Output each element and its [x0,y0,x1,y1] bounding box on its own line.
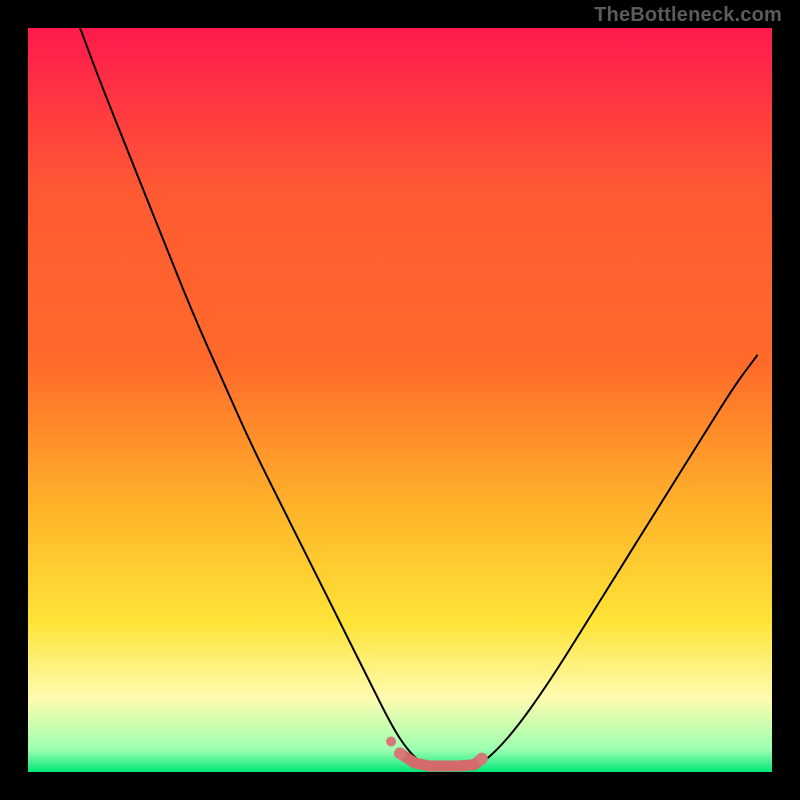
valley-dot [476,753,488,765]
chart-frame: TheBottleneck.com [0,0,800,800]
plot-area [28,28,772,772]
valley-dot [386,737,396,747]
bottleneck-chart-svg [28,28,772,772]
valley-dot [394,747,406,759]
watermark-text: TheBottleneck.com [594,4,782,27]
gradient-background [28,28,772,772]
